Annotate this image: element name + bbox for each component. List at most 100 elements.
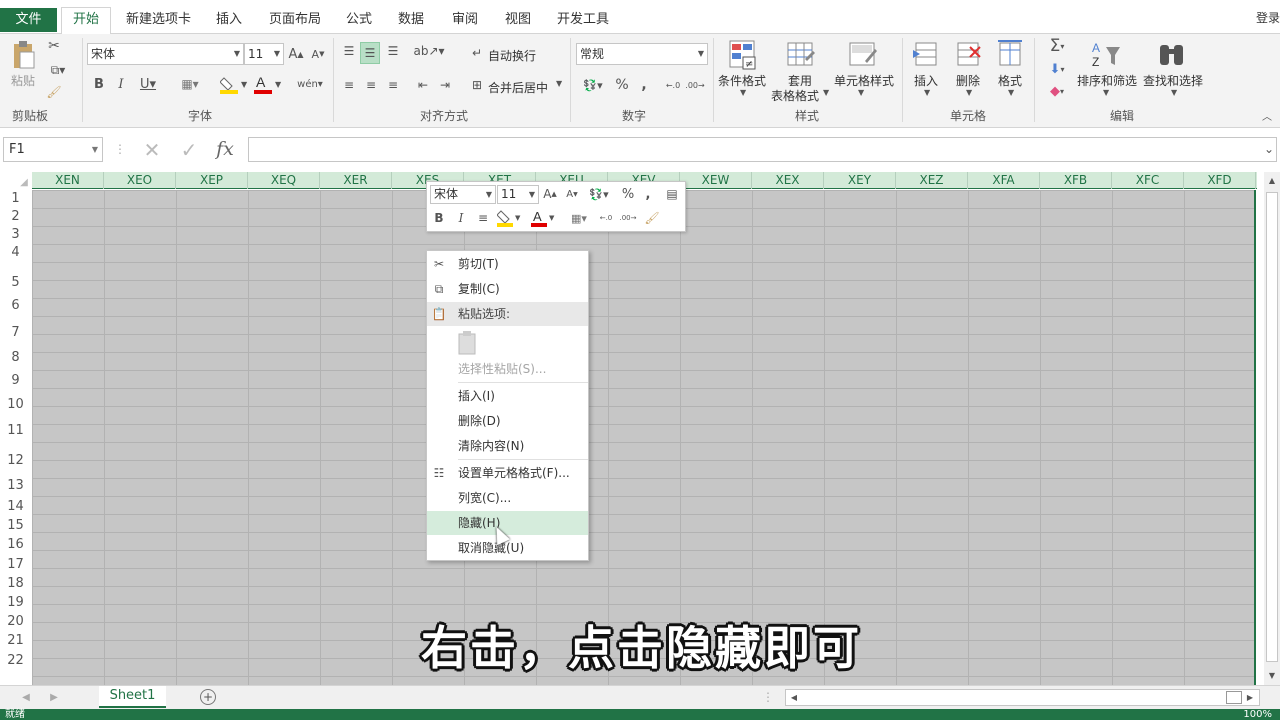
font-grow-icon[interactable]: A ▲ — [288, 44, 304, 64]
cut-icon[interactable]: ✂ — [46, 38, 62, 54]
align-top-icon[interactable]: ☰ — [340, 42, 358, 60]
row-header[interactable]: 5 — [0, 274, 31, 292]
italic-icon[interactable]: I — [455, 210, 467, 226]
tab-new[interactable]: 新建选项卡 — [126, 8, 191, 32]
column-header[interactable]: XEW — [680, 172, 752, 189]
merge-center-button[interactable]: 合并后居中 — [488, 79, 548, 96]
tab-data[interactable]: 数据 — [398, 8, 424, 32]
row-header[interactable]: 8 — [0, 349, 31, 367]
column-header[interactable]: XEZ — [896, 172, 968, 189]
column-header[interactable]: XEQ — [248, 172, 320, 189]
row-header[interactable]: 20 — [0, 613, 31, 631]
autosum-icon[interactable]: Σ ▾ — [1042, 36, 1072, 56]
find-select-button[interactable]: 查找和选择 — [1143, 72, 1203, 89]
sheet-tab-sheet1[interactable]: Sheet1 — [99, 686, 166, 708]
align-center-icon[interactable]: ≡ — [475, 210, 491, 226]
tab-review[interactable]: 审阅 — [452, 8, 478, 32]
italic-icon[interactable]: I — [114, 75, 128, 93]
expand-formula-icon[interactable]: ⌄ — [1264, 142, 1274, 156]
scroll-right-icon[interactable]: ▶ — [1244, 691, 1256, 704]
tab-insert[interactable]: 插入 — [216, 8, 242, 32]
border-icon[interactable]: ▦▾ — [176, 75, 204, 93]
increase-decimal-icon[interactable]: ←.0 — [597, 210, 615, 226]
percent-icon[interactable]: % — [614, 76, 630, 94]
tab-home[interactable]: 开始 — [61, 7, 112, 34]
scroll-down-icon[interactable]: ▼ — [1266, 669, 1278, 681]
cancel-icon[interactable]: ✕ — [140, 138, 164, 162]
menu-item-delete[interactable]: 删除(D) — [427, 409, 588, 433]
increase-decimal-icon[interactable]: ←.0 — [664, 76, 682, 94]
row-header[interactable]: 19 — [0, 594, 31, 612]
paste-option-icon[interactable] — [457, 331, 479, 355]
comma-icon[interactable]: , — [643, 186, 653, 202]
scroll-thumb[interactable] — [1226, 691, 1242, 704]
percent-icon[interactable]: % — [621, 186, 635, 202]
row-header[interactable]: 6 — [0, 297, 31, 315]
format-as-table-icon[interactable] — [786, 38, 816, 72]
column-header[interactable]: XFB — [1040, 172, 1112, 189]
row-header[interactable]: 22 — [0, 652, 31, 670]
formula-input[interactable]: ⌄ — [248, 137, 1277, 162]
row-header[interactable]: 4 — [0, 244, 31, 262]
row-header[interactable]: 16 — [0, 536, 31, 554]
increase-indent-icon[interactable]: ⇥ — [436, 76, 454, 94]
row-header[interactable]: 2 — [0, 208, 31, 226]
accounting-format-icon[interactable]: 💱▾ — [578, 76, 608, 94]
row-header[interactable]: 15 — [0, 517, 31, 535]
row-header[interactable]: 7 — [0, 324, 31, 342]
font-shrink-icon[interactable]: A ▼ — [565, 186, 579, 202]
scroll-left-icon[interactable]: ◀ — [788, 691, 800, 704]
row-header[interactable]: 11 — [0, 422, 31, 440]
prev-sheet-icon[interactable]: ◀ — [20, 690, 32, 704]
column-header[interactable]: XEX — [752, 172, 824, 189]
sort-filter-button[interactable]: 排序和筛选 — [1077, 72, 1137, 89]
row-header[interactable]: 14 — [0, 498, 31, 516]
accounting-format-icon[interactable]: 💱▾ — [585, 186, 613, 202]
enter-icon[interactable]: ✓ — [176, 138, 202, 162]
name-box[interactable]: F1 ▼ — [3, 137, 103, 162]
fill-color-icon[interactable]: ▼ — [220, 74, 250, 94]
paste-icon[interactable] — [10, 40, 38, 70]
cell-styles-icon[interactable] — [848, 38, 878, 72]
comma-icon[interactable]: , — [638, 76, 650, 94]
cell-styles-button[interactable]: 单元格样式 — [834, 72, 894, 89]
menu-item-hide[interactable]: 隐藏(H) — [427, 511, 588, 535]
align-right-icon[interactable]: ≡ — [384, 76, 402, 94]
delete-cells-button[interactable]: 删除 — [956, 72, 980, 89]
format-cells-button[interactable]: 格式 — [998, 72, 1022, 89]
insert-function-icon[interactable]: fx — [212, 138, 238, 160]
sort-filter-icon[interactable]: AZ — [1090, 38, 1122, 70]
underline-icon[interactable]: U▾ — [136, 75, 160, 93]
font-color-icon[interactable]: A ▼ — [531, 209, 557, 227]
row-header[interactable]: 12 — [0, 452, 31, 470]
find-select-icon[interactable] — [1156, 38, 1188, 70]
align-middle-icon[interactable]: ☰ — [360, 42, 380, 64]
cell-grid[interactable] — [32, 190, 1256, 685]
scroll-up-icon[interactable]: ▲ — [1266, 174, 1278, 186]
font-shrink-icon[interactable]: A ▼ — [310, 44, 326, 64]
add-sheet-icon[interactable]: + — [200, 689, 216, 705]
font-name-combo[interactable]: 宋体 ▼ — [87, 43, 244, 65]
menu-item-format-cells[interactable]: ☷ 设置单元格格式(F)... — [427, 461, 588, 485]
conditional-format-button[interactable]: 条件格式 — [718, 72, 766, 89]
row-header[interactable]: 21 — [0, 632, 31, 650]
column-header[interactable]: XEO — [104, 172, 176, 189]
row-header[interactable]: 18 — [0, 575, 31, 593]
bold-icon[interactable]: B — [92, 75, 106, 93]
tab-page-layout[interactable]: 页面布局 — [269, 8, 321, 32]
number-format-combo[interactable]: 常规 ▼ — [576, 43, 708, 65]
bold-icon[interactable]: B — [433, 210, 445, 226]
column-header[interactable]: XER — [320, 172, 392, 189]
insert-cells-button[interactable]: 插入 — [914, 72, 938, 89]
format-painter-icon[interactable]: 🖌 — [46, 84, 62, 100]
mini-font-name-combo[interactable]: 宋体 ▼ — [430, 185, 496, 204]
menu-item-copy[interactable]: ⧉ 复制(C) — [427, 277, 588, 301]
merge-center-icon[interactable]: ⊞ — [468, 76, 486, 94]
menu-item-insert[interactable]: 插入(I) — [427, 384, 588, 408]
chevron-down-icon[interactable]: ▼ — [556, 79, 562, 88]
wrap-text-button[interactable]: 自动换行 — [488, 47, 536, 64]
select-all-icon[interactable]: ◢ — [18, 176, 30, 188]
horizontal-scrollbar[interactable]: ◀ ▶ — [785, 689, 1260, 706]
align-center-icon[interactable]: ≡ — [362, 76, 380, 94]
decrease-indent-icon[interactable]: ⇤ — [414, 76, 432, 94]
